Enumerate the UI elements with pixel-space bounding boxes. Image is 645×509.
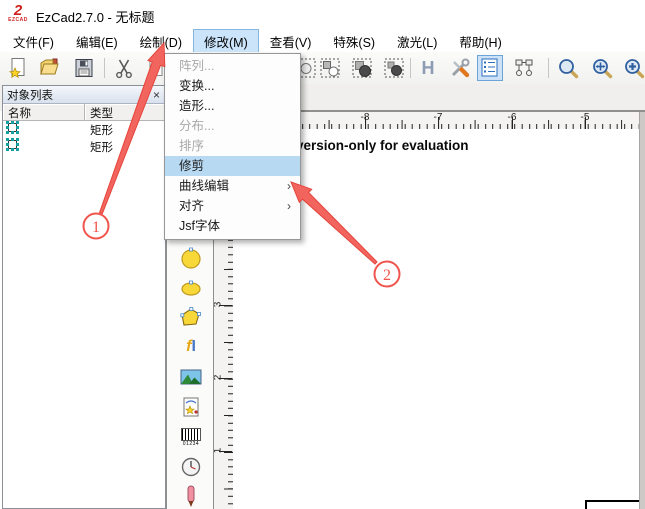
menu-edit[interactable]: 编辑(E) [65, 29, 129, 54]
barcode-bars [181, 427, 201, 441]
delay-clock-tool-icon[interactable] [178, 454, 204, 480]
zoom-tool-icon[interactable] [556, 56, 580, 80]
object-list-header[interactable]: 对象列表 × [3, 86, 165, 104]
menu-item-label: 曲线编辑 [179, 179, 230, 193]
object-type: 矩形 [90, 124, 113, 137]
hatch-icon[interactable]: H [416, 56, 440, 80]
toolbar-separator [548, 58, 549, 78]
object-rect-icon [3, 138, 85, 155]
menu-item-trim[interactable]: 修剪 [165, 156, 300, 176]
column-name[interactable]: 名称 [3, 104, 85, 121]
window-title: EzCad2.7.0 - 无标题 [36, 10, 155, 25]
object-row-1[interactable]: 矩形 [3, 121, 165, 138]
toolbar-separator [104, 58, 105, 78]
object-type: 矩形 [90, 141, 113, 154]
pen-input-tool-icon[interactable] [178, 483, 204, 509]
hruler-tick [438, 117, 439, 129]
hruler-tick [512, 117, 513, 129]
ellipse-tool-icon[interactable] [178, 275, 204, 301]
menu-modify[interactable]: 修改(M) [193, 28, 259, 54]
bitmap-tool-icon[interactable] [178, 364, 204, 390]
ungroup-icon[interactable] [382, 56, 406, 80]
hatch-glyph: H [421, 58, 435, 78]
column-type[interactable]: 类型 [85, 104, 165, 121]
menu-bar: 文件(F) 编辑(E) 绘制(D) 修改(M) 查看(V) 特殊(S) 激光(L… [0, 28, 645, 54]
logo-number: 2 [13, 2, 23, 19]
logo-text: EZCAD [8, 17, 28, 23]
main-toolbar: H [0, 52, 645, 85]
open-file-icon[interactable] [38, 56, 62, 80]
menu-item-distribute[interactable]: 分布... [165, 116, 300, 136]
text-tool-i: I [191, 338, 196, 355]
menu-item-array[interactable]: 阵列... [165, 56, 300, 76]
menu-laser[interactable]: 激光(L) [386, 29, 448, 54]
circle-tool-icon[interactable] [178, 245, 204, 271]
object-list-panel: 对象列表 × 名称 类型 矩形 矩形 [2, 85, 166, 509]
node-edit-icon[interactable] [512, 56, 536, 80]
parameters-tools-icon[interactable] [448, 56, 472, 80]
hruler-tick [365, 117, 366, 129]
menu-item-jsf-font[interactable]: Jsf字体 [165, 216, 300, 236]
menu-item-curve-edit[interactable]: 曲线编辑 › [165, 176, 300, 196]
menu-draw[interactable]: 绘制(D) [129, 29, 193, 54]
menu-special[interactable]: 特殊(S) [322, 29, 386, 54]
barcode-tool-icon[interactable]: 01234 [178, 424, 204, 450]
ezcad-window: 2 EZCAD EzCad2.7.0 - 无标题 文件(F) 编辑(E) 绘制(… [0, 0, 645, 509]
new-file-icon[interactable] [6, 56, 30, 80]
menu-item-align[interactable]: 对齐 › [165, 196, 300, 216]
menu-item-transform[interactable]: 变换... [165, 76, 300, 96]
window-edge-strip [639, 112, 645, 509]
panel-close-icon[interactable]: × [151, 89, 162, 101]
toolbar-separator [410, 58, 411, 78]
text-tool-icon[interactable]: fI [178, 334, 204, 360]
vruler-tick [219, 305, 232, 306]
submenu-arrow-icon: › [287, 199, 291, 213]
barcode-caption: 01234 [182, 440, 200, 447]
group-outline-icon[interactable] [318, 56, 342, 80]
object-list-column-headers: 名称 类型 [3, 104, 165, 121]
object-list-toggle-icon[interactable] [477, 55, 503, 81]
app-logo-icon: 2 EZCAD [5, 3, 31, 27]
menu-file[interactable]: 文件(F) [2, 29, 65, 54]
submenu-arrow-icon: › [287, 179, 291, 193]
object-row-2[interactable]: 矩形 [3, 138, 165, 155]
vruler-tick [219, 378, 232, 379]
cut-icon[interactable] [112, 56, 136, 80]
group-filled-icon[interactable] [350, 56, 374, 80]
menu-item-sort[interactable]: 排序 [165, 136, 300, 156]
vector-file-tool-icon[interactable] [178, 394, 204, 420]
menu-item-shape[interactable]: 造形... [165, 96, 300, 116]
modify-dropdown-menu: 阵列... 变换... 造形... 分布... 排序 修剪 曲线编辑 › 对齐 › … [164, 53, 301, 240]
demo-watermark: version-only for evaluation [296, 138, 469, 153]
menu-view[interactable]: 查看(V) [259, 29, 323, 54]
menu-item-label: 对齐 [179, 199, 205, 213]
hruler-tick [585, 117, 586, 129]
title-bar: 2 EZCAD EzCad2.7.0 - 无标题 [0, 0, 645, 30]
polygon-tool-icon[interactable] [178, 304, 204, 330]
object-rect-icon [3, 121, 85, 138]
menu-help[interactable]: 帮助(H) [448, 29, 512, 54]
zoom-in-icon[interactable] [622, 56, 645, 80]
vruler-tick [219, 451, 232, 452]
save-icon[interactable] [72, 56, 96, 80]
zoom-fit-icon[interactable] [590, 56, 614, 80]
marking-field-boundary [585, 500, 640, 509]
object-list-title: 对象列表 [7, 89, 53, 102]
